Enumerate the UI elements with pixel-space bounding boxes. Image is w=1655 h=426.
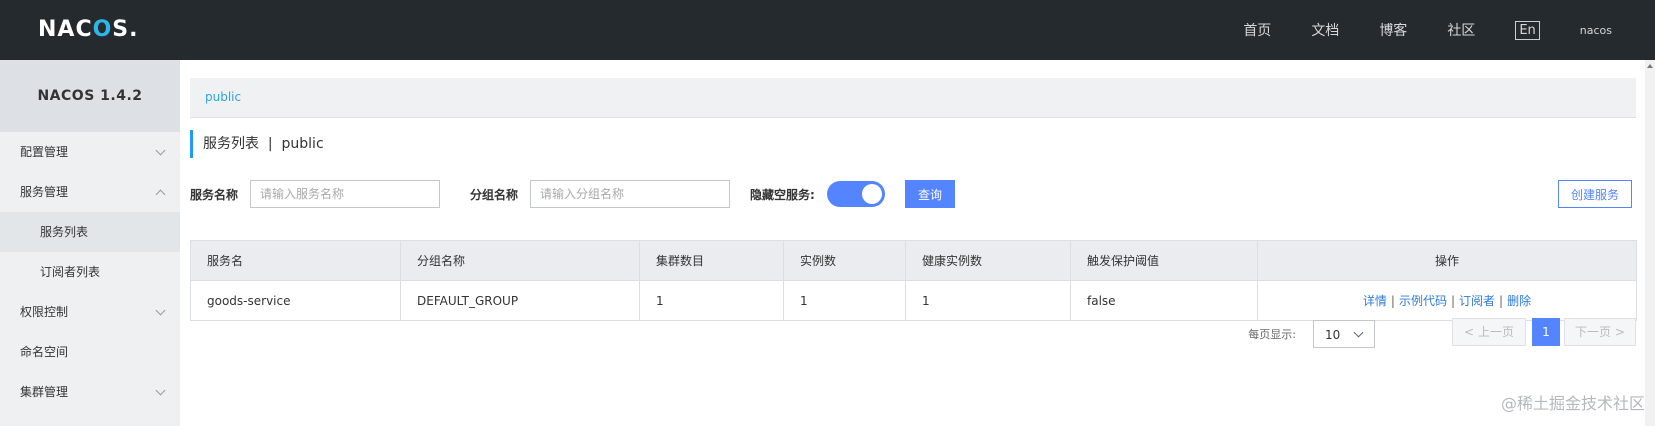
sidebar-item-label: 命名空间 bbox=[20, 345, 69, 359]
sidebar-item-label: 集群管理 bbox=[20, 385, 69, 399]
watermark: @稀土掘金技术社区 bbox=[1500, 394, 1645, 413]
sample-code-link[interactable]: 示例代码 bbox=[1399, 294, 1447, 308]
service-table: 服务名 分组名称 集群数目 实例数 健康实例数 触发保护阈值 操作 goods-… bbox=[190, 240, 1637, 321]
create-service-button[interactable]: 创建服务 bbox=[1557, 180, 1632, 208]
sidebar-item-access-control[interactable]: 权限控制 bbox=[0, 292, 180, 332]
detail-link[interactable]: 详情 bbox=[1363, 294, 1387, 308]
group-name-input[interactable] bbox=[530, 180, 730, 208]
hide-empty-toggle[interactable] bbox=[827, 181, 885, 207]
page-scrollbar[interactable] bbox=[1645, 60, 1655, 426]
sidebar-item-label: 权限控制 bbox=[20, 305, 69, 319]
query-button[interactable]: 查询 bbox=[905, 180, 956, 208]
chevron-right-icon: > bbox=[1614, 325, 1625, 339]
top-nav-links: 首页 文档 博客 社区 En nacos bbox=[1243, 0, 1655, 60]
column-header: 触发保护阈值 bbox=[1070, 240, 1258, 281]
nav-community[interactable]: 社区 bbox=[1447, 20, 1475, 40]
chevron-up-icon bbox=[155, 189, 166, 200]
column-header: 操作 bbox=[1257, 240, 1637, 281]
table-row: goods-service DEFAULT_GROUP 1 1 1 false … bbox=[190, 280, 1637, 321]
hide-empty-label: 隐藏空服务: bbox=[750, 188, 815, 202]
per-page-label: 每页显示: bbox=[1248, 328, 1296, 341]
nav-blog[interactable]: 博客 bbox=[1379, 20, 1407, 40]
sidebar-item-label: 订阅者列表 bbox=[40, 265, 101, 279]
cell-healthy-count: 1 bbox=[905, 280, 1071, 321]
next-page-button[interactable]: 下一页 > bbox=[1564, 318, 1636, 346]
service-name-input[interactable] bbox=[250, 180, 440, 208]
nacos-logo[interactable]: NACOS. bbox=[38, 14, 139, 44]
chevron-down-icon bbox=[1353, 327, 1364, 338]
next-page-label: 下一页 bbox=[1575, 325, 1612, 339]
cell-instance-count: 1 bbox=[783, 280, 906, 321]
sidebar-title: NACOS 1.4.2 bbox=[0, 60, 180, 132]
per-page-select[interactable]: 10 bbox=[1313, 320, 1375, 348]
cell-service-name: goods-service bbox=[190, 280, 401, 321]
pagination: 每页显示: 10 < 上一页 1 下一页 > bbox=[190, 318, 1636, 348]
sidebar-item-label: 配置管理 bbox=[20, 145, 69, 159]
column-header: 分组名称 bbox=[400, 240, 640, 281]
per-page-value: 10 bbox=[1325, 328, 1341, 342]
top-navbar: NACOS. 首页 文档 博客 社区 En nacos bbox=[0, 0, 1655, 60]
chevron-down-icon bbox=[155, 385, 166, 396]
page-title: 服务列表 | public bbox=[190, 130, 324, 158]
prev-page-label: 上一页 bbox=[1477, 325, 1514, 339]
namespace-bar: public bbox=[190, 78, 1636, 118]
cell-group-name: DEFAULT_GROUP bbox=[400, 280, 640, 321]
user-menu[interactable]: nacos bbox=[1580, 24, 1612, 37]
page-1-button[interactable]: 1 bbox=[1532, 318, 1560, 346]
cell-operations: 详情 | 示例代码 | 订阅者 | 删除 bbox=[1257, 280, 1637, 321]
scroll-up-arrow-icon[interactable] bbox=[1647, 64, 1653, 68]
toggle-knob bbox=[862, 184, 882, 204]
sidebar: NACOS 1.4.2 配置管理 服务管理 服务列表 订阅者列表 权限控制 命名… bbox=[0, 60, 180, 426]
table-header-row: 服务名 分组名称 集群数目 实例数 健康实例数 触发保护阈值 操作 bbox=[190, 240, 1637, 281]
sidebar-item-namespace[interactable]: 命名空间 bbox=[0, 332, 180, 372]
column-header: 集群数目 bbox=[639, 240, 784, 281]
prev-page-button[interactable]: < 上一页 bbox=[1452, 318, 1526, 346]
delete-link[interactable]: 删除 bbox=[1507, 294, 1531, 308]
sidebar-item-service-management[interactable]: 服务管理 bbox=[0, 172, 180, 212]
chevron-down-icon bbox=[155, 305, 166, 316]
column-header: 实例数 bbox=[783, 240, 906, 281]
service-name-label: 服务名称 bbox=[190, 188, 239, 202]
cell-protect-threshold: false bbox=[1070, 280, 1258, 321]
nav-home[interactable]: 首页 bbox=[1243, 20, 1271, 40]
group-name-label: 分组名称 bbox=[470, 188, 519, 202]
sidebar-item-label: 服务管理 bbox=[20, 185, 69, 199]
sidebar-item-config-management[interactable]: 配置管理 bbox=[0, 132, 180, 172]
sidebar-item-service-list[interactable]: 服务列表 bbox=[0, 212, 180, 252]
nav-docs[interactable]: 文档 bbox=[1311, 20, 1339, 40]
subscriber-link[interactable]: 订阅者 bbox=[1459, 294, 1495, 308]
language-switch[interactable]: En bbox=[1515, 20, 1540, 40]
sidebar-item-cluster-management[interactable]: 集群管理 bbox=[0, 372, 180, 412]
sidebar-item-subscriber-list[interactable]: 订阅者列表 bbox=[0, 252, 180, 292]
chevron-left-icon: < bbox=[1464, 325, 1475, 339]
cell-cluster-count: 1 bbox=[639, 280, 784, 321]
chevron-down-icon bbox=[155, 145, 166, 156]
column-header: 服务名 bbox=[190, 240, 401, 281]
filter-bar: 服务名称 分组名称 隐藏空服务: 查询 创建服务 bbox=[190, 180, 1636, 208]
sidebar-item-label: 服务列表 bbox=[40, 225, 89, 239]
column-header: 健康实例数 bbox=[905, 240, 1071, 281]
namespace-link-public[interactable]: public bbox=[205, 90, 241, 104]
